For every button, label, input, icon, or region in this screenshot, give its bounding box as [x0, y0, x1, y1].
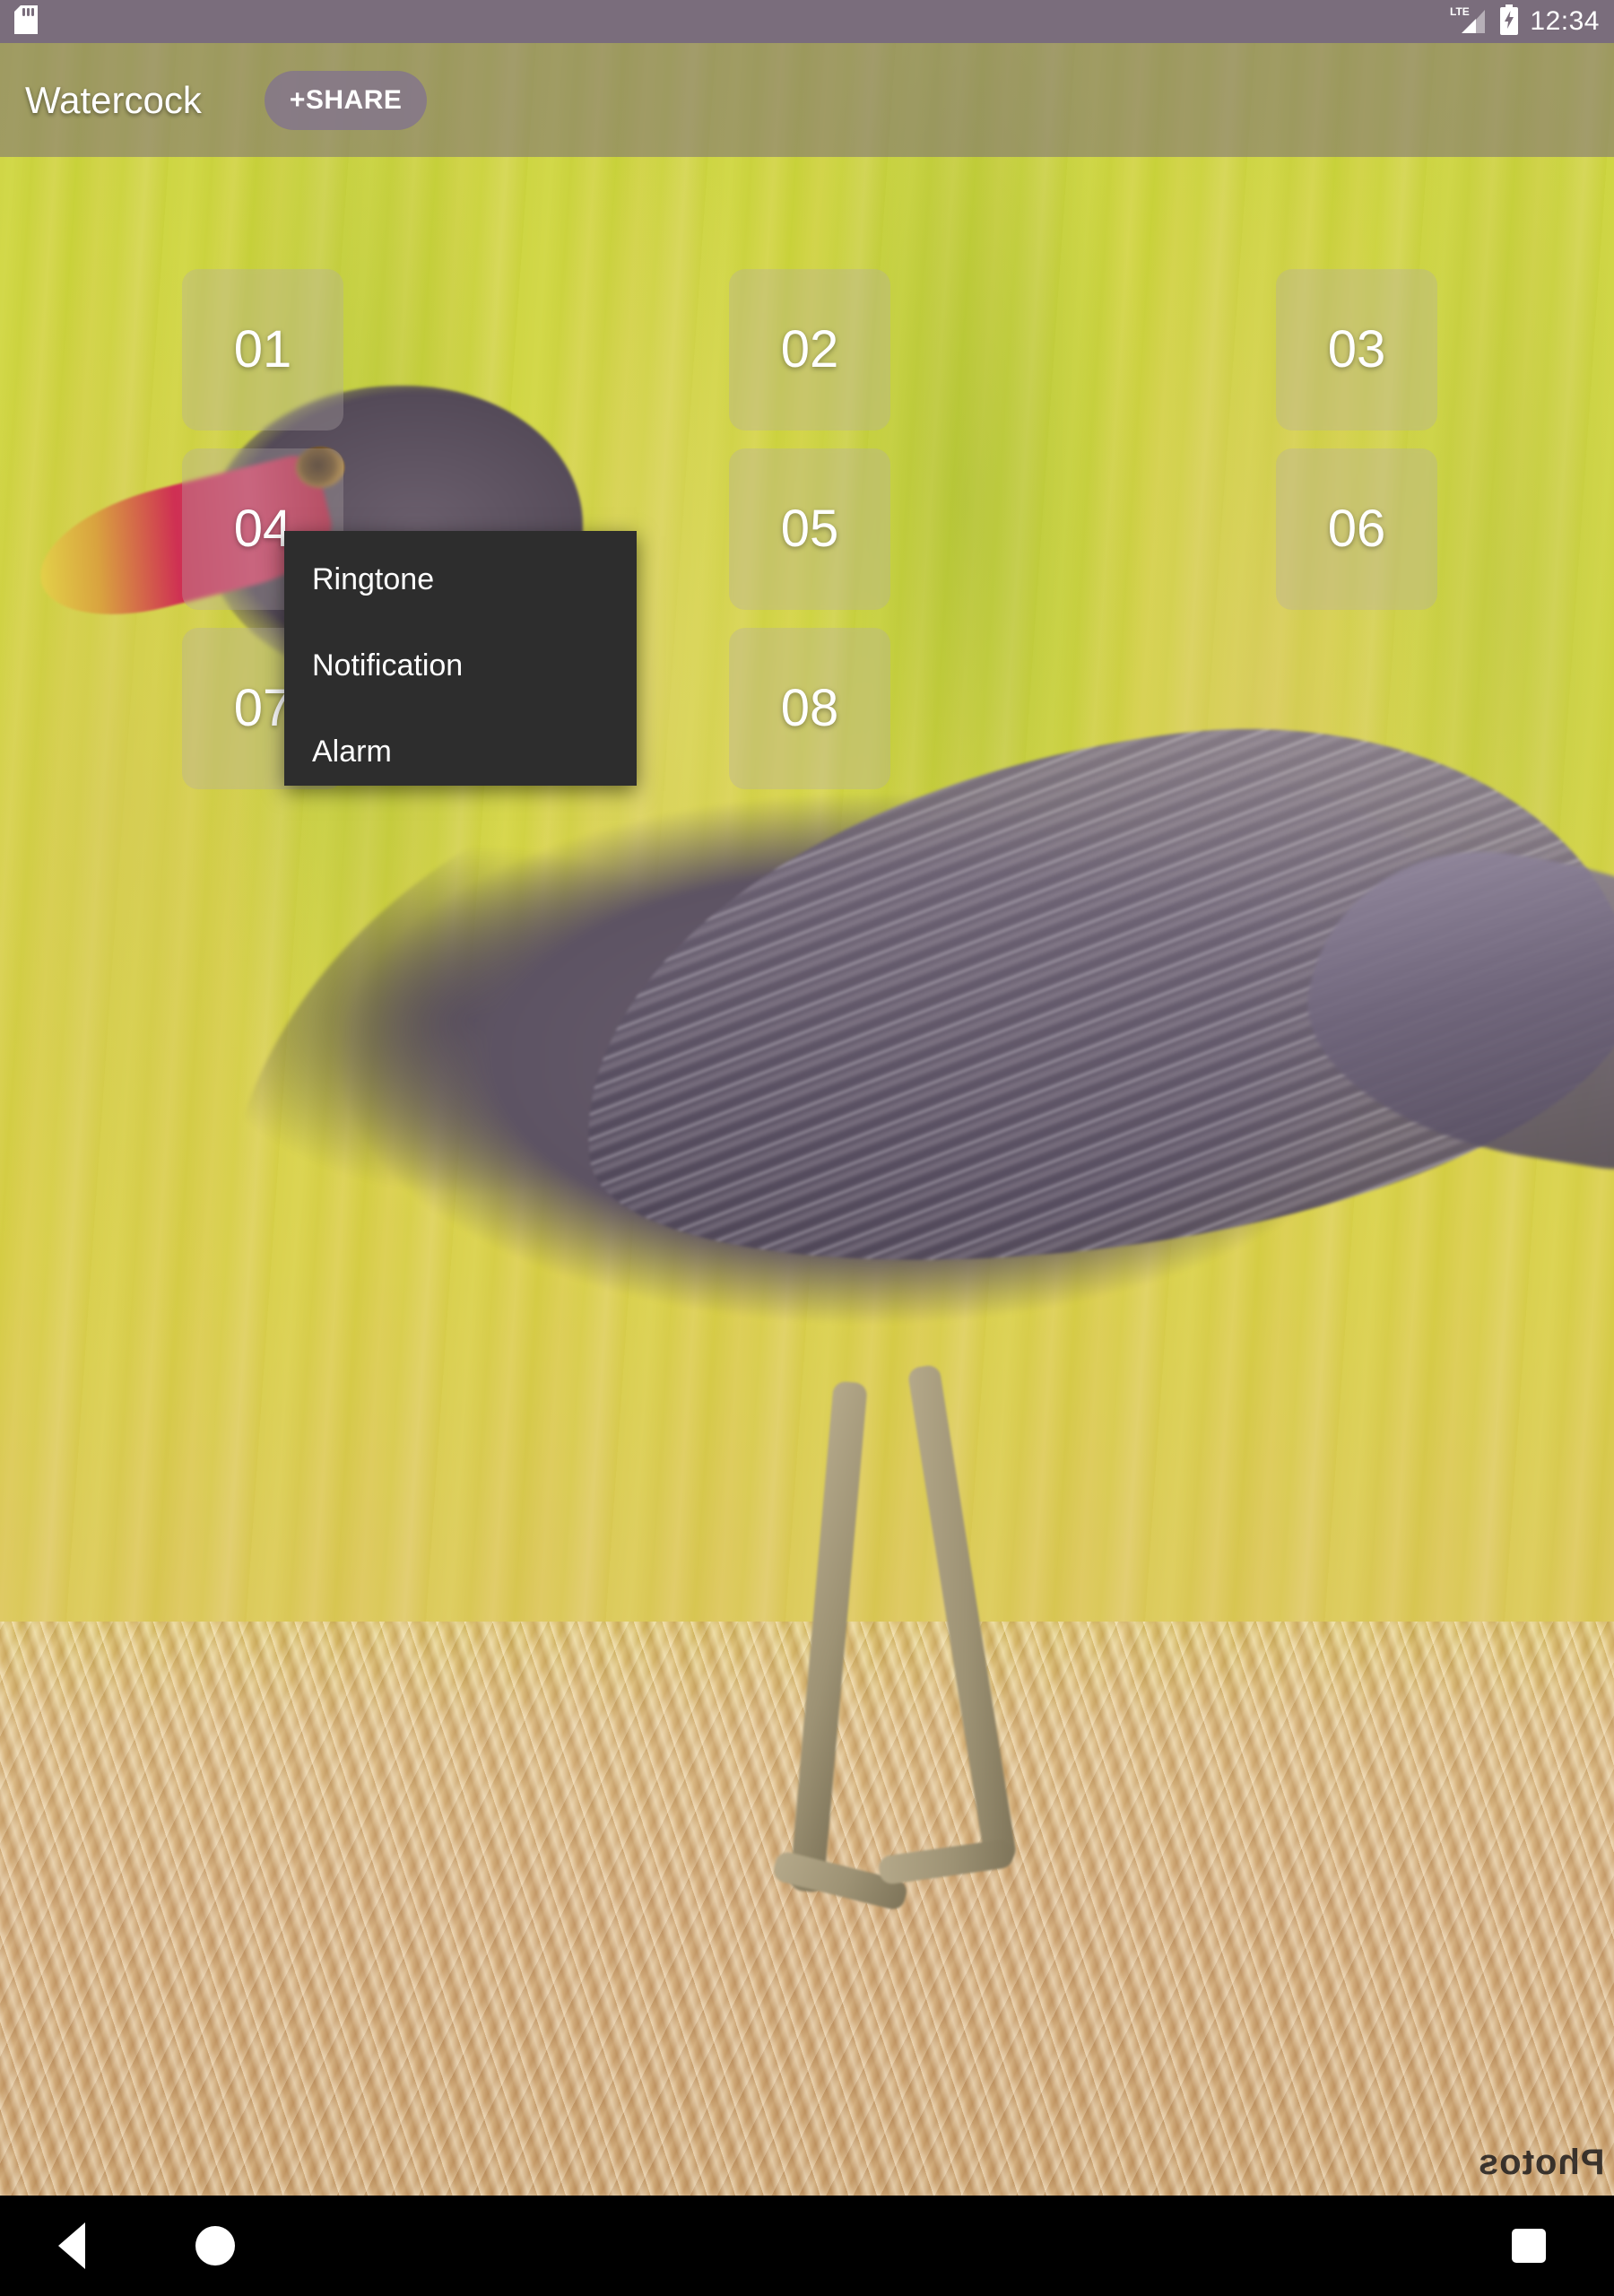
lte-signal-icon: LTE: [1449, 4, 1488, 39]
sound-pad-02[interactable]: 02: [729, 269, 890, 430]
navigation-bar: [0, 2196, 1614, 2296]
sound-pad-08[interactable]: 08: [729, 628, 890, 789]
back-triangle-icon: [58, 2222, 85, 2269]
app-title: Watercock: [25, 78, 202, 121]
svg-text:LTE: LTE: [1450, 5, 1470, 18]
share-button[interactable]: +SHARE: [264, 70, 428, 130]
sound-pad-06[interactable]: 06: [1276, 448, 1437, 610]
sound-pad-label: 03: [1327, 320, 1386, 378]
sound-pad-05[interactable]: 05: [729, 448, 890, 610]
menu-item-notification[interactable]: Notification: [284, 622, 637, 709]
sound-pad-01[interactable]: 01: [182, 269, 343, 430]
app-screen: Photos LTE 12:34 Watercock +SHARE 01 02 …: [0, 0, 1614, 2296]
context-menu: Ringtone Notification Alarm: [284, 531, 637, 786]
photo-watermark: Photos: [1478, 2143, 1605, 2182]
menu-item-ringtone[interactable]: Ringtone: [284, 536, 637, 622]
sound-pad-label: 05: [780, 500, 839, 558]
sound-pad-label: 06: [1327, 500, 1386, 558]
status-bar-clock: 12:34: [1530, 6, 1600, 36]
nav-back-button[interactable]: [0, 2196, 143, 2296]
app-bar: Watercock +SHARE: [0, 43, 1614, 157]
recents-square-icon: [1512, 2229, 1546, 2263]
sound-pad-label: 04: [233, 500, 292, 558]
nav-home-button[interactable]: [143, 2196, 287, 2296]
menu-item-alarm[interactable]: Alarm: [284, 709, 637, 795]
sound-pad-label: 07: [233, 679, 292, 737]
sound-pad-03[interactable]: 03: [1276, 269, 1437, 430]
status-bar-right: LTE 12:34: [1449, 4, 1600, 39]
sound-pad-label: 02: [780, 320, 839, 378]
sound-pad-label: 01: [233, 320, 292, 378]
home-circle-icon: [195, 2226, 235, 2266]
nav-recents-button[interactable]: [1444, 2196, 1614, 2296]
status-bar-left: [14, 4, 38, 39]
sound-pad-label: 08: [780, 679, 839, 737]
status-bar: LTE 12:34: [0, 0, 1614, 43]
battery-charging-icon: [1499, 4, 1519, 39]
sd-card-icon: [14, 4, 38, 39]
